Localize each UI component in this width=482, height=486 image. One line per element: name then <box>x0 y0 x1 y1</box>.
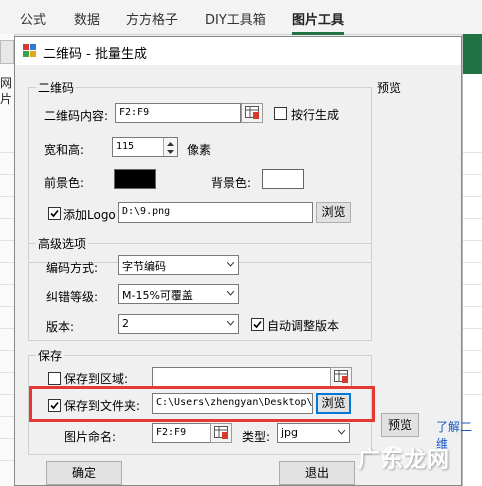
version-value: 2 <box>122 317 129 330</box>
watermark-text: 广东龙网 <box>358 448 451 473</box>
foreground-color-label: 前景色: <box>44 176 85 190</box>
ecc-select[interactable]: M-15%可覆盖 <box>118 284 239 304</box>
size-value: 115 <box>116 141 135 152</box>
size-input[interactable]: 115 <box>112 137 178 157</box>
encoding-select[interactable]: 字节编码 <box>118 255 239 275</box>
qr-content-label: 二维码内容: <box>44 109 109 123</box>
add-logo-label: 添加Logo <box>63 208 116 222</box>
encoding-label: 编码方式: <box>46 261 99 275</box>
ecc-value: M-15%可覆盖 <box>122 289 193 302</box>
checkmark-icon <box>50 209 59 218</box>
logo-path-input[interactable]: D:\9.png <box>118 202 313 223</box>
sheet-green-header <box>463 34 482 74</box>
row-generate-checkbox[interactable] <box>274 107 287 120</box>
encoding-value: 字节编码 <box>122 260 166 273</box>
name-range-picker-button[interactable] <box>210 423 232 443</box>
range-picker-icon <box>334 370 348 383</box>
background-color-swatch[interactable] <box>262 169 304 189</box>
chevron-down-icon <box>227 262 234 267</box>
ribbon-tab-data[interactable]: 数据 <box>74 9 100 28</box>
type-label: 类型: <box>242 430 271 444</box>
image-name-input[interactable]: F2:F9 <box>152 423 212 443</box>
range-picker-button[interactable] <box>241 103 263 123</box>
qr-group-title: 二维码 <box>36 79 77 96</box>
ecc-label: 纠错等级: <box>46 290 99 304</box>
sheet-left-strip: 网 片 <box>0 34 15 486</box>
size-unit: 像素 <box>187 143 212 157</box>
version-label: 版本: <box>46 320 75 334</box>
checkmark-icon <box>253 320 262 329</box>
logo-browse-button[interactable]: 浏览 <box>316 202 351 223</box>
auto-version-checkbox[interactable] <box>251 318 264 331</box>
ok-button[interactable]: 确定 <box>46 461 122 485</box>
add-logo-checkbox[interactable] <box>48 207 61 220</box>
save-range-picker-button[interactable] <box>330 367 352 387</box>
ribbon-tab-formula[interactable]: 公式 <box>20 9 46 28</box>
range-picker-icon <box>214 426 228 439</box>
background-color-label: 背景色: <box>211 176 252 190</box>
chevron-down-icon <box>338 430 345 435</box>
highlight-annotation <box>29 386 375 422</box>
exit-button[interactable]: 退出 <box>279 461 355 485</box>
image-name-label: 图片命名: <box>64 430 117 444</box>
type-select[interactable]: jpg <box>277 423 350 443</box>
dialog-titlebar[interactable]: 二维码 - 批量生成 <box>15 37 461 65</box>
chevron-down-icon <box>227 321 234 326</box>
type-value: jpg <box>281 426 299 439</box>
ribbon-tab-image-tools[interactable]: 图片工具 <box>292 9 345 35</box>
preview-title: 预览 <box>377 81 402 95</box>
strip-char-1: 网 <box>0 76 13 90</box>
qr-content-input[interactable]: F2:F9 <box>115 103 241 123</box>
spinner-arrows-icon <box>167 142 174 154</box>
save-to-range-checkbox[interactable] <box>48 372 61 385</box>
range-picker-icon <box>245 106 259 119</box>
size-spinner[interactable] <box>163 138 177 156</box>
version-select[interactable]: 2 <box>118 314 239 334</box>
ribbon-partial-icon <box>0 40 14 64</box>
ribbon-tab-fangfang[interactable]: 方方格子 <box>126 9 178 28</box>
ribbon-tab-bar: 公式 数据 方方格子 DIY工具箱 图片工具 <box>0 0 482 35</box>
ribbon-tab-diy-toolbox[interactable]: DIY工具箱 <box>205 9 266 28</box>
save-range-input[interactable] <box>152 367 333 387</box>
save-group-title: 保存 <box>36 347 65 364</box>
preview-button[interactable]: 预览 <box>381 413 419 437</box>
strip-char-2: 片 <box>0 92 13 106</box>
chevron-down-icon <box>227 291 234 296</box>
qr-app-icon <box>23 44 36 57</box>
foreground-color-swatch[interactable] <box>114 169 156 189</box>
size-label: 宽和高: <box>44 143 85 157</box>
advanced-group-title: 高级选项 <box>36 235 89 252</box>
row-generate-label: 按行生成 <box>291 108 340 122</box>
dialog-title: 二维码 - 批量生成 <box>43 47 147 62</box>
auto-version-label: 自动调整版本 <box>267 319 340 333</box>
save-to-range-label: 保存到区域: <box>64 372 129 386</box>
